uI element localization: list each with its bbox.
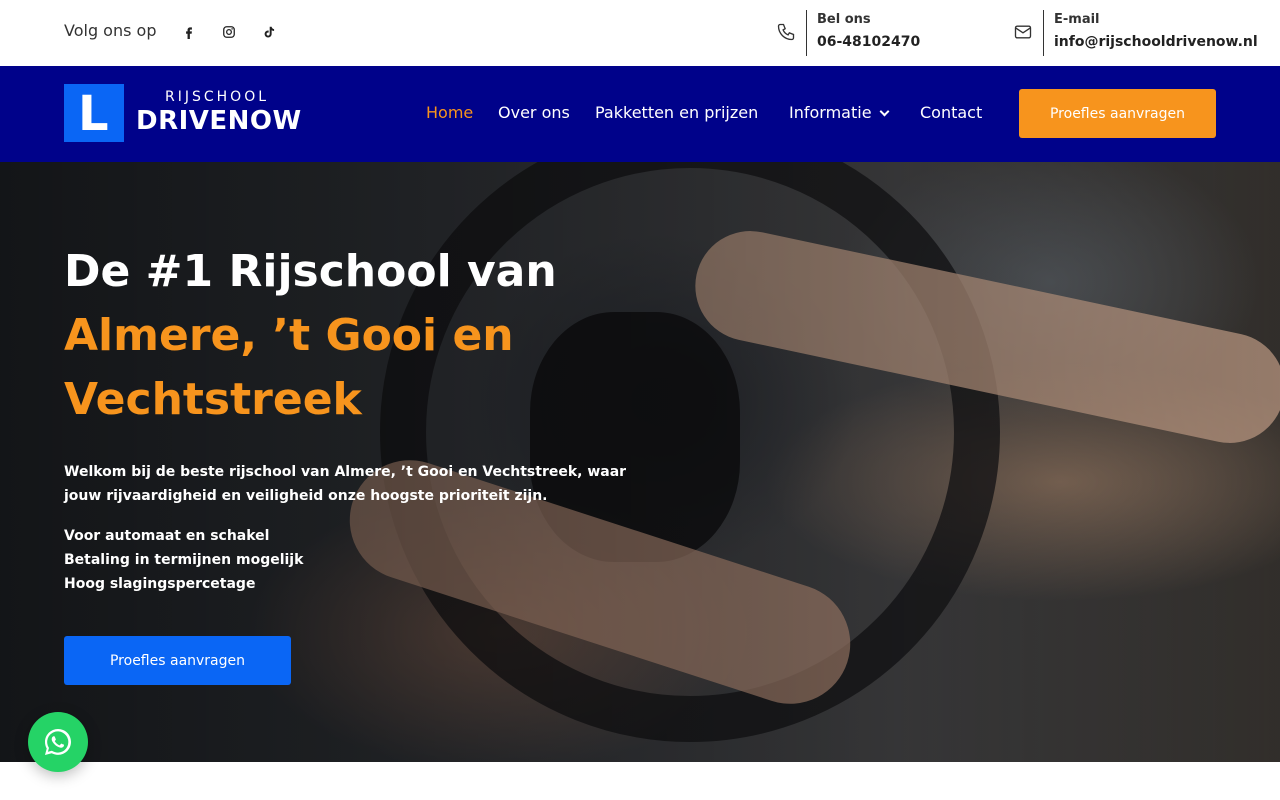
instagram-icon[interactable] <box>219 22 239 42</box>
hero-title-line: Almere, ’t Gooi en <box>64 310 514 361</box>
mail-divider <box>1043 10 1044 56</box>
hero-trial-lesson-button[interactable]: Proefles aanvragen <box>64 636 291 685</box>
email-label: E-mail <box>1054 12 1100 27</box>
email-link[interactable]: info@rijschooldrivenow.nl <box>1054 34 1258 50</box>
logo-subtitle: RIJSCHOOL <box>165 89 270 105</box>
hero-description: Welkom bij de beste rijschool van Almere… <box>64 464 627 504</box>
phone-icon <box>776 22 796 42</box>
nav-informatie-label: Informatie <box>789 103 872 122</box>
nav-informatie[interactable]: Informatie <box>789 103 889 122</box>
phone-divider <box>806 10 807 56</box>
hero-title-line: De #1 Rijschool van <box>64 246 557 297</box>
logo-title: DRIVENOW <box>136 106 302 136</box>
facebook-icon[interactable] <box>179 22 199 42</box>
whatsapp-icon <box>45 729 71 755</box>
main-navbar: L RIJSCHOOL DRIVENOW Home Over ons Pakke… <box>0 66 1280 162</box>
hero-feature: Betaling in termijnen mogelijk <box>64 552 304 568</box>
hero-section: De #1 Rijschool van Almere, ’t Gooi en V… <box>0 162 1280 762</box>
hero-feature: Hoog slagingspercetage <box>64 576 256 592</box>
tiktok-icon[interactable] <box>259 22 279 42</box>
top-bar: Volg ons op Bel ons 06-48102470 E-mail i… <box>0 0 1280 66</box>
phone-label: Bel ons <box>817 12 871 27</box>
nav-contact[interactable]: Contact <box>920 103 982 122</box>
hero-feature: Voor automaat en schakel <box>64 528 270 544</box>
chevron-down-icon <box>879 106 889 117</box>
hero-feature-list: Voor automaat en schakel Betaling in ter… <box>64 524 303 596</box>
follow-label: Volg ons op <box>64 21 157 40</box>
phone-number-link[interactable]: 06-48102470 <box>817 34 920 50</box>
logo-l-badge: L <box>64 84 124 142</box>
nav-trial-lesson-button[interactable]: Proefles aanvragen <box>1019 89 1216 138</box>
hero-title-line: Vechtstreek <box>64 374 362 425</box>
mail-icon <box>1013 22 1033 42</box>
nav-over-ons[interactable]: Over ons <box>498 103 570 122</box>
nav-home[interactable]: Home <box>426 103 473 122</box>
whatsapp-button[interactable] <box>28 712 88 772</box>
nav-pakketten[interactable]: Pakketten en prijzen <box>595 103 758 122</box>
hero-title: De #1 Rijschool van Almere, ’t Gooi en V… <box>64 240 624 432</box>
